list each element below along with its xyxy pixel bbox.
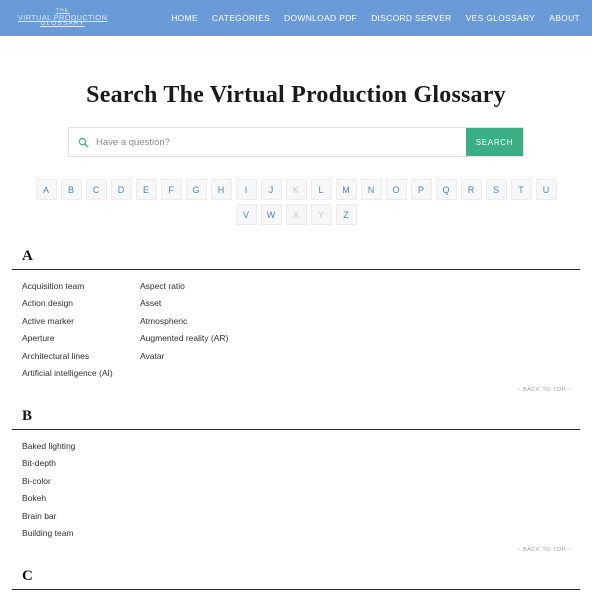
main-navigation: HOME CATEGORIES DOWNLOAD PDF DISCORD SER…	[171, 13, 580, 23]
glossary-term[interactable]: Bit-depth	[22, 455, 140, 473]
alpha-button-v[interactable]: V	[235, 204, 257, 225]
terms-grid: Acquisition team Action design Active mark…	[22, 277, 580, 382]
alpha-button-w[interactable]: W	[260, 204, 282, 225]
alpha-button-j[interactable]: J	[260, 179, 282, 200]
alpha-button-d[interactable]: D	[110, 179, 132, 200]
search-button[interactable]: SEARCH	[466, 128, 523, 156]
glossary-term[interactable]: Aspect ratio	[140, 277, 580, 295]
terms-column: Baked lighting Bit-depth Bi-color Bokeh Brai…	[22, 437, 140, 542]
glossary-term[interactable]: Building team	[22, 525, 140, 543]
alpha-button-f[interactable]: F	[160, 179, 182, 200]
search-icon	[78, 137, 89, 148]
glossary-term[interactable]: Aperture	[22, 330, 140, 348]
glossary-term[interactable]: Asset	[140, 295, 580, 313]
glossary-term[interactable]: Avatar	[140, 347, 580, 365]
alpha-button-s[interactable]: S	[485, 179, 507, 200]
alpha-button-r[interactable]: R	[460, 179, 482, 200]
alpha-button-z[interactable]: Z	[335, 204, 357, 225]
letter-heading: A	[22, 248, 33, 264]
letter-divider	[12, 589, 580, 590]
letter-heading: C	[22, 568, 33, 584]
nav-item-discord-server[interactable]: DISCORD SERVER	[371, 13, 452, 23]
glossary-term[interactable]: Atmospheric	[140, 312, 580, 330]
terms-column	[140, 437, 580, 542]
search-field[interactable]	[69, 128, 466, 156]
glossary-term[interactable]: Architectural lines	[22, 347, 140, 365]
letter-divider	[12, 269, 580, 270]
alpha-button-k: K	[285, 179, 307, 200]
alpha-button-x: X	[285, 204, 307, 225]
letter-section-b: B Baked lighting Bit-depth Bi-color Bokeh Bra…	[12, 407, 580, 553]
alpha-button-e[interactable]: E	[135, 179, 157, 200]
glossary-term[interactable]: Artificial intelligence (AI)	[22, 365, 140, 383]
glossary-term[interactable]: Augmented reality (AR)	[140, 330, 580, 348]
terms-column: Acquisition team Action design Active mark…	[22, 277, 140, 382]
alpha-button-n[interactable]: N	[360, 179, 382, 200]
logo-line-glossary: GLOSSARY	[40, 20, 85, 27]
glossary-term[interactable]: Active marker	[22, 312, 140, 330]
terms-grid: Baked lighting Bit-depth Bi-color Bokeh Brai…	[22, 437, 580, 542]
glossary-term[interactable]: Brain bar	[22, 507, 140, 525]
alpha-button-t[interactable]: T	[510, 179, 532, 200]
nav-item-ves-glossary[interactable]: VES GLOSSARY	[466, 13, 536, 23]
page-title: Search The Virtual Production Glossary	[86, 82, 506, 108]
glossary-term[interactable]: Acquisition team	[22, 277, 140, 295]
glossary-term[interactable]: Bi-color	[22, 472, 140, 490]
letter-heading: B	[22, 408, 33, 424]
back-to-top-link[interactable]: ~ BACK TO TOP ~	[517, 547, 572, 553]
alpha-button-l[interactable]: L	[310, 179, 332, 200]
alpha-button-p[interactable]: P	[410, 179, 432, 200]
alpha-button-c[interactable]: C	[85, 179, 107, 200]
back-to-top-link[interactable]: ~ BACK TO TOP ~	[517, 387, 572, 393]
glossary-term[interactable]: Action design	[22, 295, 140, 313]
alpha-button-b[interactable]: B	[60, 179, 82, 200]
terms-column: Aspect ratio Asset Atmospheric Augmented re…	[140, 277, 580, 382]
site-logo[interactable]: THE VIRTUAL PRODUCTION GLOSSARY	[8, 8, 107, 28]
letter-section-a: A Acquisition team Action design Active mar…	[12, 247, 580, 393]
glossary-sections: A Acquisition team Action design Active mar…	[0, 247, 592, 611]
glossary-term[interactable]: Bokeh	[22, 490, 140, 508]
letter-divider	[12, 429, 580, 430]
alpha-button-y: Y	[310, 204, 332, 225]
glossary-term[interactable]: Baked lighting	[22, 437, 140, 455]
alpha-button-a[interactable]: A	[35, 179, 57, 200]
alpha-button-u[interactable]: U	[535, 179, 557, 200]
site-header: THE VIRTUAL PRODUCTION GLOSSARY HOME CAT…	[0, 0, 592, 36]
alpha-button-o[interactable]: O	[385, 179, 407, 200]
alpha-button-i[interactable]: I	[235, 179, 257, 200]
alpha-button-g[interactable]: G	[185, 179, 207, 200]
letter-section-c: C	[12, 567, 580, 590]
alpha-button-m[interactable]: M	[335, 179, 357, 200]
main-content: Search The Virtual Production Glossary S…	[0, 82, 592, 611]
alphabet-navigation: ABCDEFGHIJKLMNOPQRSTU VWXYZ	[26, 179, 566, 225]
search-input[interactable]	[96, 136, 466, 148]
nav-item-categories[interactable]: CATEGORIES	[212, 13, 270, 23]
search-form: SEARCH	[68, 127, 524, 157]
nav-item-about[interactable]: ABOUT	[549, 13, 580, 23]
alpha-button-h[interactable]: H	[210, 179, 232, 200]
alpha-button-q[interactable]: Q	[435, 179, 457, 200]
nav-item-home[interactable]: HOME	[171, 13, 198, 23]
nav-item-download-pdf[interactable]: DOWNLOAD PDF	[284, 13, 357, 23]
